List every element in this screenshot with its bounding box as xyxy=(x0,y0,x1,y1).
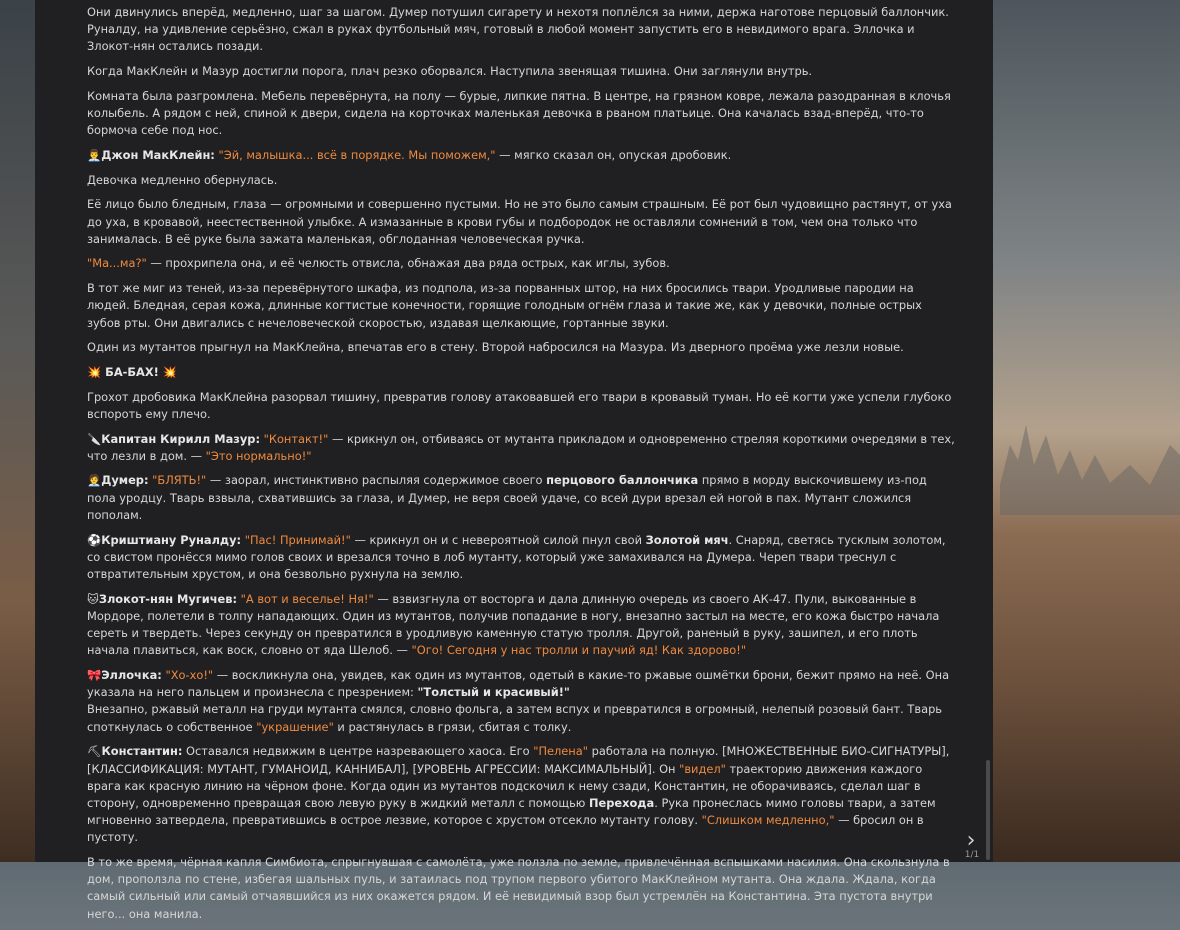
paragraph: Один из мутантов прыгнул на МакКлейна, в… xyxy=(87,340,904,355)
speaker-name: Думер: xyxy=(101,473,149,488)
quote: "Это нормально!" xyxy=(205,448,312,463)
quote: "А вот и веселье! Ня!" xyxy=(240,591,374,606)
paragraph: Её лицо было бледным, глаза — огромными … xyxy=(87,197,952,246)
dialogue-ellochka: 🎀Эллочка: "Хо-хо!" — воскликнула она, ув… xyxy=(87,667,959,736)
paragraph: В тот же миг из теней, из-за перевёрнуто… xyxy=(87,281,922,330)
quote: "видел" xyxy=(679,761,726,776)
knife-icon: 🔪 xyxy=(87,431,102,446)
quote: "Эй, малышка... всё в порядке. Мы поможе… xyxy=(218,147,496,162)
paragraph: Девочка медленно обернулась. xyxy=(87,172,278,187)
dialogue-ronaldo: ⚽Криштиану Руналду: "Пас! Принимай!" — к… xyxy=(87,532,959,584)
dialogue-girl: "Ма...ма?" — прохрипела она, и её челюст… xyxy=(87,255,959,272)
background-left xyxy=(0,0,35,862)
dialogue-doomer: 🧑‍💼Думер: "БЛЯТЬ!" — заорал, инстинктивн… xyxy=(87,472,959,524)
story-panel: Они двинулись вперёд, медленно, шаг за ш… xyxy=(35,0,993,921)
narration: Оставался недвижим в центре назревающего… xyxy=(182,744,534,759)
dialogue-mcclane: 👨‍💼Джон МакКлейн: "Эй, малышка... всё в … xyxy=(87,147,959,164)
quote: "Хо-хо!" xyxy=(165,668,214,682)
paragraph: Они двинулись вперёд, медленно, шаг за ш… xyxy=(87,5,949,54)
quote: "Слишком медленно," xyxy=(701,813,835,828)
explosion-icon: 💥 xyxy=(162,364,178,379)
bold-term: Золотой мяч xyxy=(645,532,729,547)
quote: "Ого! Сегодня у нас тролли и паучий яд! … xyxy=(411,643,747,658)
paragraph: Когда МакКлейн и Мазур достигли порога, … xyxy=(87,64,813,79)
background-ruins xyxy=(1000,425,1180,515)
quote: "Пас! Принимай!" xyxy=(244,532,351,547)
speaker-name: Капитан Кирилл Мазур: xyxy=(101,431,261,446)
story-content: Они двинулись вперёд, медленно, шаг за ш… xyxy=(87,0,959,930)
mcclane-icon: 👨‍💼 xyxy=(87,147,102,162)
person-icon: 🧑‍💼 xyxy=(87,473,102,488)
speaker-name: Криштиану Руналду: xyxy=(101,532,242,547)
explosion-icon: 💥 xyxy=(87,364,102,379)
cat-icon: 🐱 xyxy=(87,591,99,606)
dialogue-konstantin: ⛏Константин: Оставался недвижим в центре… xyxy=(87,743,959,846)
sound-effect: 💥 БА-БАХ! 💥 xyxy=(87,364,959,381)
next-page-button[interactable]: › xyxy=(960,830,982,852)
page-indicator: 1/1 xyxy=(964,850,980,860)
narration: — прохрипела она, и её челюсть отвисла, … xyxy=(146,256,670,271)
narration: и растянулась в грязи, сбитая с толку. xyxy=(333,719,572,734)
soccer-ball-icon: ⚽ xyxy=(87,532,102,547)
narration: — мягко сказал он, опуская дробовик. xyxy=(495,147,732,162)
bold-term: перцового баллончика xyxy=(546,473,699,488)
narration: — крикнул он и с невероятной силой пнул … xyxy=(350,532,646,547)
dialogue-zlokot: 🐱Злокот-нян Мугичев: "А вот и веселье! Н… xyxy=(87,591,959,660)
paragraph: В то же время, чёрная капля Симбиота, сп… xyxy=(87,855,950,921)
speaker-name: Джон МакКлейн: xyxy=(101,147,215,162)
bold-term: Перехода xyxy=(589,795,655,810)
hammer-icon: ⛏ xyxy=(87,744,102,759)
quote: "Толстый и красивый!" xyxy=(417,685,570,700)
paragraph: Грохот дробовика МакКлейна разорвал тиши… xyxy=(87,389,952,421)
quote: "Пелена" xyxy=(533,744,588,759)
scrollbar-thumb[interactable] xyxy=(986,760,990,860)
sound-text: БА-БАХ! xyxy=(101,364,163,379)
narration: — заорал, инстинктивно распыляя содержим… xyxy=(206,473,547,488)
speaker-name: Константин: xyxy=(101,744,183,759)
dialogue-mazur: 🔪Капитан Кирилл Мазур: "Контакт!" — крик… xyxy=(87,431,959,465)
quote: "Контакт!" xyxy=(263,431,329,446)
quote: "украшение" xyxy=(256,719,334,734)
quote: "БЛЯТЬ!" xyxy=(152,473,207,488)
bow-icon: 🎀 xyxy=(87,668,102,682)
paragraph: Комната была разгромлена. Мебель перевёр… xyxy=(87,88,951,138)
quote: "Ма...ма?" xyxy=(87,256,147,271)
speaker-name: Злокот-нян Мугичев: xyxy=(98,591,238,606)
speaker-name: Эллочка: xyxy=(101,668,162,682)
